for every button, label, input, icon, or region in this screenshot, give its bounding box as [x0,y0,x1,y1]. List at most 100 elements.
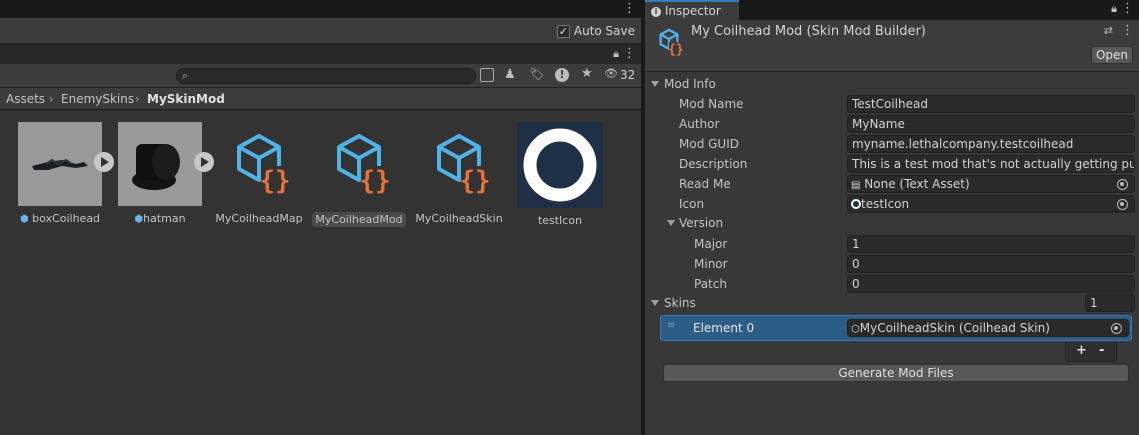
filter-by-type-icon[interactable]: ♟ [504,67,516,82]
asset-tile[interactable]: {} MyCoilheadSkin [412,122,506,225]
skins-label: Skins [664,296,696,310]
description-label: Description [679,157,748,171]
breadcrumb-enemyskins[interactable]: EnemySkins [61,92,134,106]
description-row: Description This is a test mod that's no… [645,154,1139,174]
preview-play-icon[interactable] [194,152,214,172]
favorite-star-icon[interactable]: ★ [581,66,593,81]
search-icon: ⌕ [182,69,189,82]
more-menu-icon[interactable]: ⋮ [1121,23,1134,38]
breadcrumb-myskinmod[interactable]: MySkinMod [147,92,225,106]
description-field[interactable]: This is a test mod that's not actually g… [847,155,1135,173]
minor-field[interactable]: 0 [847,255,1135,273]
scriptable-object-icon: {} [659,28,684,57]
remove-element-button[interactable]: - [1099,343,1104,358]
author-field[interactable]: MyName [847,115,1135,133]
model-preview [18,122,102,206]
more-menu-icon[interactable]: ⋮ [1121,1,1134,16]
coilhead-model-image [32,158,88,170]
tab-inspector[interactable]: i Inspector [645,0,739,20]
author-row: Author MyName [645,114,1139,134]
icon-label: Icon [679,197,705,211]
scriptable-object-icon: {} [217,122,301,206]
drag-handle-icon[interactable]: ≡ [667,320,675,331]
icon-row: Icon testIcon [645,194,1139,214]
mod-guid-row: Mod GUID myname.lethalcompany.testcoilhe… [645,134,1139,154]
mod-guid-label: Mod GUID [679,137,739,151]
inspector-body: Mod Info Mod Name TestCoilhead Author My… [645,72,1139,435]
skin-object-field[interactable]: ⬡MyCoilheadSkin (Coilhead Skin) [847,319,1129,337]
read-me-label: Read Me [679,177,731,191]
version-label: Version [679,216,724,230]
asset-tile-selected[interactable]: {} MyCoilheadMod [312,122,406,227]
asset-name: MyCoilheadMod [312,212,406,227]
more-menu-icon[interactable]: ⋮ [623,1,636,16]
foldout-arrow-icon [651,81,659,87]
model-preview [118,122,202,206]
asset-name: testIcon [537,214,583,227]
hidden-packages-icon[interactable]: 👁︎ [604,67,618,80]
asset-tile[interactable]: ⬢hatman [114,122,214,225]
add-element-button[interactable]: + [1076,343,1087,358]
patch-field[interactable]: 0 [847,275,1135,293]
generate-mod-files-button[interactable]: Generate Mod Files [663,364,1129,382]
log-icon[interactable]: ! [555,68,569,82]
asset-tile[interactable]: {} MyCoilheadMap [212,122,306,225]
svg-text:{}: {} [459,166,490,196]
breadcrumb-separator-icon: › [135,92,140,106]
mod-info-label: Mod Info [664,77,716,91]
object-picker-icon[interactable] [1117,199,1128,210]
mod-name-field[interactable]: TestCoilhead [847,95,1135,113]
search-by-type-icon[interactable] [480,68,494,82]
foldout-arrow-icon [667,220,675,226]
skins-foldout[interactable]: Skins 1 [645,293,1139,313]
read-me-object-field[interactable]: ▤ None (Text Asset) [847,175,1135,193]
asset-name: MyCoilheadMap [215,212,303,225]
auto-save-toggle[interactable]: ✓ Auto Save [556,23,635,39]
svg-text:{}: {} [359,166,390,196]
breadcrumb-assets[interactable]: Assets [6,92,45,106]
text-asset-icon: ▤ [851,180,861,191]
auto-save-label: Auto Save [573,24,635,38]
read-me-value: None (Text Asset) [864,177,970,191]
prefab-icon: ⬢ [19,214,29,225]
scriptable-object-icon: {} [417,122,501,206]
svg-text:{}: {} [259,166,290,196]
mod-guid-field[interactable]: myname.lethalcompany.testcoilhead [847,135,1135,153]
asset-tile[interactable]: testIcon [514,122,606,227]
patch-label: Patch [694,277,727,291]
filter-by-label-icon[interactable]: 🏷︎ [529,67,544,81]
inspector-tab-label: Inspector [664,4,721,18]
search-input[interactable]: ⌕ [176,68,476,84]
prefab-icon: ⬢ [134,214,144,225]
project-toolbar: ⌕ ♟ 🏷︎ ! ★ 👁︎ 32 [0,64,641,88]
project-tab-bar: 🔒︎ ⋮ [0,44,641,64]
lock-icon[interactable]: 🔒︎ [613,47,619,61]
major-field[interactable]: 1 [847,235,1135,253]
element-label: Element 0 [693,321,755,335]
asset-tile[interactable]: ⬢ boxCoilhead [14,122,114,225]
asset-grid: ⬢ boxCoilhead ⬢hatman {} MyCoilheadMap {… [0,110,641,435]
ring-texture-image [523,128,597,202]
version-foldout[interactable]: Version [645,213,1139,233]
more-menu-icon[interactable]: ⋮ [623,46,636,61]
preview-play-icon[interactable] [94,152,114,172]
skins-count-field[interactable]: 1 [1085,294,1135,312]
auto-save-checkbox[interactable]: ✓ [556,24,570,38]
breadcrumb: Assets › EnemySkins › MySkinMod [0,88,641,110]
list-footer: + - [1065,342,1117,362]
scriptable-object-small-icon: ⬡ [851,324,860,335]
mod-name-label: Mod Name [679,97,744,111]
skins-element-0[interactable]: ≡ Element 0 ⬡MyCoilheadSkin (Coilhead Sk… [660,315,1132,341]
lock-icon[interactable]: 🔒︎ [1111,2,1117,16]
presets-icon[interactable]: ⇄ [1104,24,1113,37]
texture-thumb-icon [851,199,861,209]
object-picker-icon[interactable] [1117,179,1128,190]
breadcrumb-separator-icon: › [49,92,54,106]
mod-info-foldout[interactable]: Mod Info [645,74,1139,94]
icon-object-field[interactable]: testIcon [847,195,1135,213]
open-button[interactable]: Open [1091,46,1133,64]
texture-preview [517,122,603,208]
asset-label: ⬢hatman [114,212,206,225]
object-picker-icon[interactable] [1111,323,1122,334]
asset-name: boxCoilhead [32,212,101,225]
